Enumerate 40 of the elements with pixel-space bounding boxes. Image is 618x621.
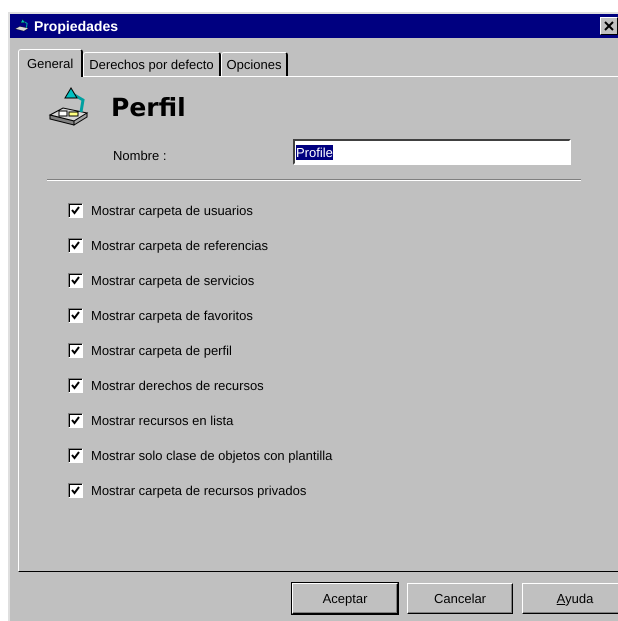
close-button[interactable] <box>600 17 618 35</box>
field-label: Nombre : <box>113 146 168 162</box>
dialog-button[interactable]: Ayuda <box>522 583 618 614</box>
checkbox-label: Mostrar carpeta de recursos privados <box>91 483 306 498</box>
checkmark-icon <box>71 241 80 250</box>
checkbox-label: Mostrar carpeta de favoritos <box>91 308 253 323</box>
checkbox-label: Mostrar solo clase de objetos con plantilla <box>91 448 332 463</box>
tab[interactable]: General <box>18 49 84 77</box>
checkmark-icon <box>71 416 80 425</box>
dialog-button[interactable]: Cancelar <box>407 583 513 614</box>
checkmark-icon <box>71 381 80 390</box>
checkbox-label: Mostrar carpeta de perfil <box>91 343 232 358</box>
checkmark-icon <box>71 311 80 320</box>
checkbox[interactable] <box>68 238 83 253</box>
checkbox[interactable] <box>68 203 83 218</box>
checkmark-icon <box>71 346 80 355</box>
checkbox-label: Mostrar carpeta de usuarios <box>91 203 253 218</box>
checkbox[interactable] <box>68 273 83 288</box>
checkbox[interactable] <box>68 378 83 393</box>
dialog-button[interactable]: Aceptar <box>292 583 398 614</box>
checkmark-icon <box>71 451 80 460</box>
checkbox-label: Mostrar carpeta de referencias <box>91 238 268 253</box>
section-title: Perfil <box>111 92 186 122</box>
checkbox[interactable] <box>68 413 83 428</box>
tab[interactable]: Derechos por defecto <box>83 52 221 76</box>
checkbox[interactable] <box>68 448 83 463</box>
checkmark-icon <box>71 276 80 285</box>
checkbox[interactable] <box>68 343 83 358</box>
checkmark-icon <box>71 206 80 215</box>
checkmark-icon <box>71 486 80 495</box>
checkbox-label: Mostrar recursos en lista <box>91 413 234 428</box>
desk-lamp-icon <box>13 18 31 34</box>
close-icon <box>604 21 614 31</box>
checkbox[interactable] <box>68 308 83 323</box>
checkbox-label: Mostrar carpeta de servicios <box>91 273 254 288</box>
tab[interactable]: Opciones <box>220 52 288 76</box>
checkbox[interactable] <box>68 483 83 498</box>
window-title: Propiedades <box>34 18 120 34</box>
name-input-field[interactable]: Profile <box>293 139 571 165</box>
checkbox-label: Mostrar derechos de recursos <box>91 378 264 393</box>
